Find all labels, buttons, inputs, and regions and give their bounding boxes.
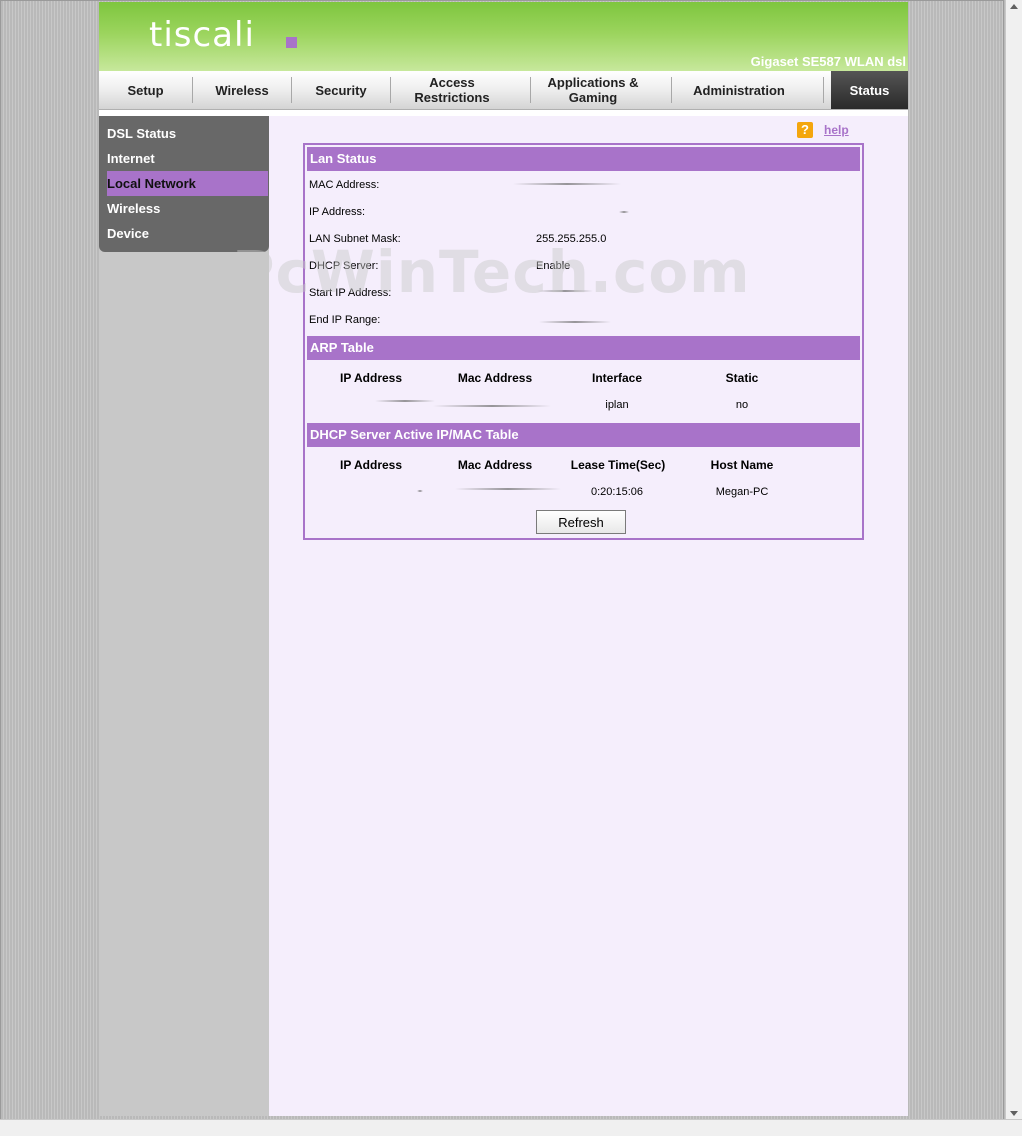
redacted-value xyxy=(513,183,621,185)
dhcp-server-value: Enable xyxy=(536,260,571,272)
tab-applications-gaming[interactable]: Applications & Gaming xyxy=(531,71,655,109)
redacted-value xyxy=(619,211,629,213)
status-panel: Lan Status MAC Address: IP Address: LAN … xyxy=(303,143,864,540)
start-ip-label: Start IP Address: xyxy=(309,287,392,299)
arp-row-static: no xyxy=(735,399,749,411)
lan-status-header: Lan Status xyxy=(307,147,860,171)
sidebar: DSL Status Internet Local Network Wirele… xyxy=(99,116,269,1116)
redacted-value xyxy=(433,405,551,407)
redacted-value xyxy=(375,400,435,402)
question-icon[interactable]: ? xyxy=(797,122,813,138)
sidebar-item-dsl-status[interactable]: DSL Status xyxy=(107,121,268,146)
redacted-value xyxy=(537,290,593,292)
dhcp-row-lease: 0:20:15:06 xyxy=(591,486,643,498)
scroll-up-arrow-icon[interactable] xyxy=(1010,4,1018,9)
tab-administration[interactable]: Administration xyxy=(672,71,806,109)
arp-col-static: Static xyxy=(725,371,759,385)
sidebar-menu: DSL Status Internet Local Network Wirele… xyxy=(99,116,269,252)
vertical-scrollbar[interactable] xyxy=(1005,0,1022,1120)
arp-col-mac: Mac Address xyxy=(457,371,533,385)
tab-security[interactable]: Security xyxy=(292,71,390,109)
main-nav: Setup Wireless Security Access Restricti… xyxy=(99,71,908,110)
tab-status[interactable]: Status xyxy=(831,71,908,109)
content-area: ? help Lan Status MAC Address: IP Addres… xyxy=(269,116,908,1116)
tab-access-restrictions[interactable]: Access Restrictions xyxy=(391,71,513,109)
sidebar-item-local-network[interactable]: Local Network xyxy=(107,171,268,196)
arp-table-header: ARP Table xyxy=(307,336,860,360)
dhcp-col-ip: IP Address xyxy=(339,458,403,472)
subnet-mask-label: LAN Subnet Mask: xyxy=(309,233,401,245)
scroll-down-arrow-icon[interactable] xyxy=(1010,1111,1018,1116)
tab-separator xyxy=(823,77,824,103)
sidebar-item-internet[interactable]: Internet xyxy=(107,146,268,171)
redacted-value xyxy=(455,488,561,490)
dhcp-col-mac: Mac Address xyxy=(457,458,533,472)
redacted-value xyxy=(417,490,423,492)
dhcp-server-label: DHCP Server: xyxy=(309,260,379,272)
dhcp-col-lease: Lease Time(Sec) xyxy=(570,458,666,472)
dhcp-table-header: DHCP Server Active IP/MAC Table xyxy=(307,423,860,447)
ip-address-label: IP Address: xyxy=(309,206,366,218)
help-link[interactable]: help xyxy=(824,123,849,137)
arp-col-ip: IP Address xyxy=(339,371,403,385)
end-ip-range-label: End IP Range: xyxy=(309,314,381,326)
tab-wireless[interactable]: Wireless xyxy=(193,71,291,109)
dhcp-col-host: Host Name xyxy=(710,458,774,472)
dhcp-row-host: Megan-PC xyxy=(715,486,769,498)
logo-dot xyxy=(286,37,297,48)
sidebar-item-wireless[interactable]: Wireless xyxy=(107,196,268,221)
bottom-bar xyxy=(0,1119,1022,1136)
arp-col-interface: Interface xyxy=(591,371,643,385)
device-model: Gigaset SE587 WLAN dsl xyxy=(750,54,906,69)
header-banner: tiscali Gigaset SE587 WLAN dsl xyxy=(99,2,908,71)
tiscali-logo: tiscali xyxy=(149,15,255,55)
subnet-mask-value: 255.255.255.0 xyxy=(536,233,607,245)
redacted-value xyxy=(539,321,611,323)
mac-address-label: MAC Address: xyxy=(309,179,380,191)
arp-row-interface: iplan xyxy=(605,399,629,411)
router-page: tiscali Gigaset SE587 WLAN dsl Setup Wir… xyxy=(99,2,908,1116)
tab-setup[interactable]: Setup xyxy=(99,71,192,109)
refresh-button[interactable]: Refresh xyxy=(536,510,626,534)
sidebar-item-device[interactable]: Device xyxy=(107,221,268,246)
